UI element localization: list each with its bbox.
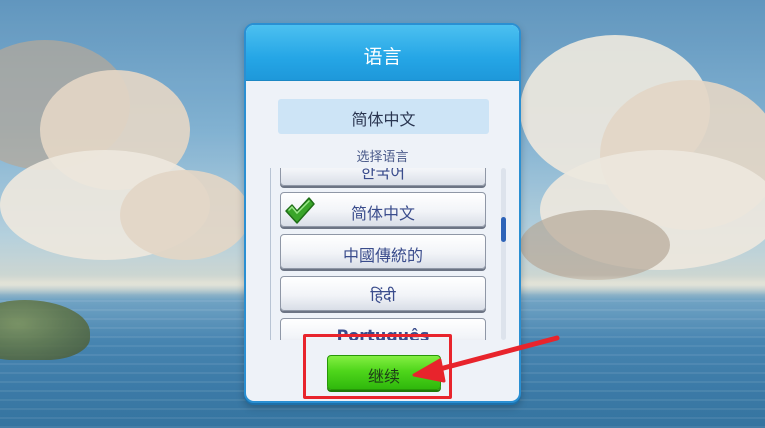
current-language-display: 简体中文: [278, 99, 489, 134]
annotation-highlight-box: [303, 334, 452, 399]
dialog-title: 语言: [363, 46, 402, 68]
language-option-label: हिंदी: [370, 286, 396, 305]
language-list-scrollbar[interactable]: [501, 168, 506, 340]
scrollbar-thumb[interactable]: [501, 217, 506, 242]
current-language-label: 简体中文: [351, 110, 416, 129]
language-option-simplified-chinese[interactable]: 简体中文: [280, 192, 486, 227]
language-option-hindi[interactable]: हिंदी: [280, 276, 486, 311]
dialog-header: 语言: [246, 25, 519, 81]
language-option-label: 简体中文: [350, 204, 415, 223]
language-option-label: 한국어: [360, 168, 406, 182]
language-option-korean[interactable]: 한국어: [280, 168, 486, 186]
language-option-label: 中國傳統的: [342, 246, 423, 265]
language-list[interactable]: 한국어 简体中文 中國傳統的 हिंदी Português: [270, 168, 503, 340]
language-option-traditional-chinese[interactable]: 中國傳統的: [280, 234, 486, 269]
list-frame: [270, 168, 271, 340]
select-language-hint: 选择语言: [356, 150, 409, 165]
